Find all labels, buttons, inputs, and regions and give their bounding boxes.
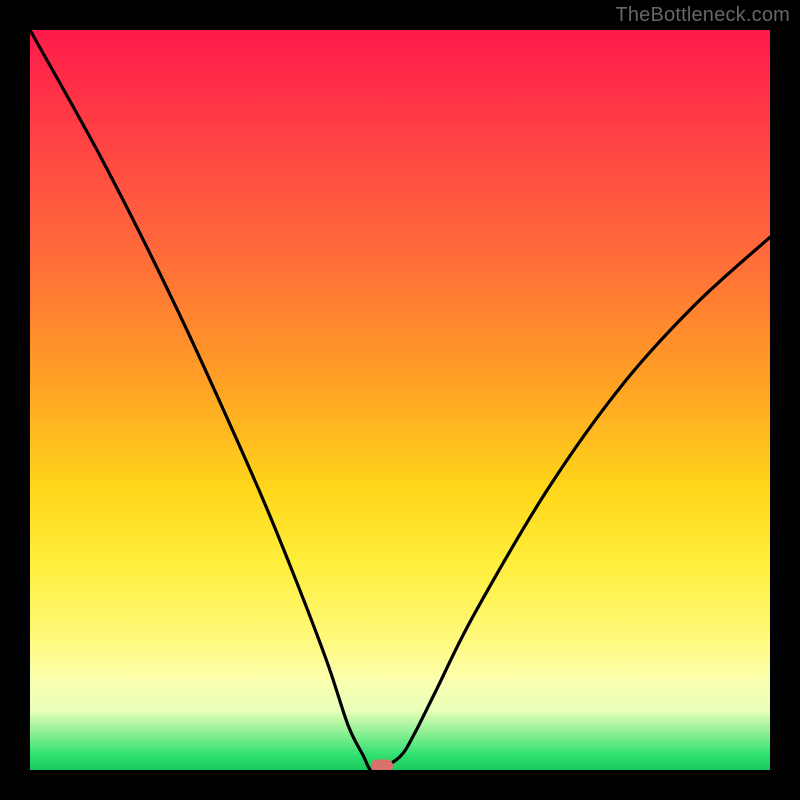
- chart-frame: TheBottleneck.com: [0, 0, 800, 800]
- optimum-marker-icon: [371, 759, 393, 770]
- plot-area: [30, 30, 770, 770]
- bottleneck-curve: [30, 30, 770, 770]
- watermark-text: TheBottleneck.com: [615, 4, 790, 27]
